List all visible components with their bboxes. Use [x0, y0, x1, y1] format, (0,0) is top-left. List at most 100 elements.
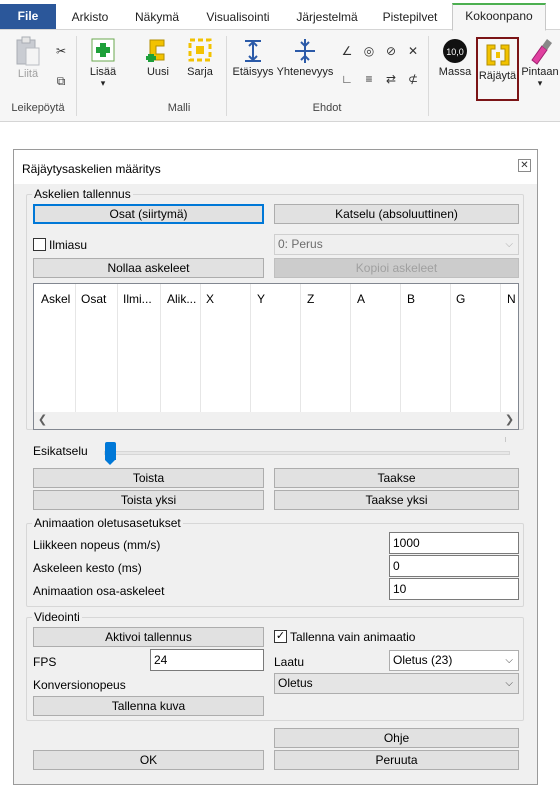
column-header[interactable]: Ilmi...: [123, 292, 152, 306]
ribbon-tab-bar: File Arkisto Näkymä Visualisointi Järjes…: [0, 0, 560, 31]
new-assembly-icon: [146, 39, 165, 62]
paint-button[interactable]: Pintaan ▾: [520, 36, 560, 88]
column-header[interactable]: Osat: [81, 292, 106, 306]
tangent-icon[interactable]: ⊘: [384, 44, 398, 58]
parallel-icon[interactable]: ≡: [362, 72, 376, 86]
tab-jarjestelma[interactable]: Järjestelmä: [286, 6, 368, 30]
close-icon[interactable]: ✕: [518, 159, 531, 172]
add-button[interactable]: Lisää ▾: [84, 36, 122, 88]
paint-brush-icon: [531, 39, 552, 65]
conversion-label: Konversionopeus: [33, 678, 126, 692]
activate-recording-button[interactable]: Aktivoi tallennus: [33, 627, 264, 647]
tab-arkisto[interactable]: Arkisto: [60, 6, 120, 30]
quality-label: Laatu: [274, 655, 305, 669]
column-divider: [350, 284, 351, 414]
preview-slider-track[interactable]: [104, 451, 510, 455]
animation-only-checkbox[interactable]: ✓: [274, 630, 287, 643]
tab-kokoonpano[interactable]: Kokoonpano: [452, 3, 546, 31]
flip-icon[interactable]: ⇄: [384, 72, 398, 86]
substeps-label: Animaation osa-askeleet: [33, 584, 165, 598]
video-legend: Videointi: [32, 610, 82, 624]
distance-label: Etäisyys: [232, 66, 274, 78]
perpendicular-icon[interactable]: ∟: [340, 72, 354, 86]
explode-label: Räjäytä: [478, 70, 517, 82]
tab-nakyma[interactable]: Näkymä: [124, 6, 190, 30]
parts-displacement-button[interactable]: Osat (siirtymä): [33, 204, 264, 224]
reset-steps-button[interactable]: Nollaa askeleet: [33, 258, 264, 278]
speed-input[interactable]: 1000: [389, 532, 519, 554]
column-header[interactable]: Askel: [41, 292, 70, 306]
speed-label: Liikkeen nopeus (mm/s): [33, 538, 161, 552]
slider-tick: [505, 437, 506, 442]
tab-visualisointi[interactable]: Visualisointi: [194, 6, 282, 30]
column-header[interactable]: N: [507, 292, 516, 306]
visible-label: Ilmiasu: [49, 238, 88, 252]
group-separator: [428, 36, 429, 116]
series-button[interactable]: Sarja: [182, 36, 218, 78]
view-absolute-button[interactable]: Katselu (absoluuttinen): [274, 204, 519, 224]
scroll-right-icon[interactable]: ❯: [501, 412, 518, 429]
column-divider: [200, 284, 201, 414]
cut-icon[interactable]: ✂: [54, 44, 68, 58]
dropdown-arrow-icon: ▾: [537, 78, 543, 88]
base-step-select[interactable]: 0: Perus ⌵: [274, 234, 519, 255]
column-header[interactable]: Y: [257, 292, 265, 306]
constraints-group-label: Ehdot: [312, 102, 342, 114]
preview-slider-thumb[interactable]: [105, 442, 116, 465]
mass-label: Massa: [438, 66, 472, 78]
save-image-button[interactable]: Tallenna kuva: [33, 696, 264, 716]
dropdown-arrow-icon: ▾: [100, 78, 106, 88]
help-button[interactable]: Ohje: [274, 728, 519, 748]
column-header[interactable]: Alik...: [167, 292, 196, 306]
column-divider: [250, 284, 251, 414]
concentric-icon[interactable]: ◎: [362, 44, 376, 58]
distance-button[interactable]: Etäisyys: [232, 36, 274, 78]
explode-icon: [486, 44, 509, 66]
add-plus-icon: [91, 38, 115, 62]
animation-defaults-legend: Animaation oletusasetukset: [32, 516, 183, 530]
visible-checkbox[interactable]: [33, 238, 46, 251]
copy-steps-button[interactable]: Kopioi askeleet: [274, 258, 519, 278]
column-header[interactable]: G: [456, 292, 465, 306]
angle-icon[interactable]: ∠: [340, 44, 354, 58]
explode-button[interactable]: Räjäytä: [476, 37, 519, 101]
new-label: Uusi: [146, 66, 169, 78]
cancel-button[interactable]: Peruuta: [274, 750, 519, 770]
horizontal-scrollbar[interactable]: ❮ ❯: [34, 412, 518, 429]
column-header[interactable]: Z: [307, 292, 314, 306]
copy-icon[interactable]: ⧉: [54, 74, 68, 88]
add-label: Lisää: [89, 66, 117, 78]
mass-button[interactable]: 10,0 Massa: [436, 36, 474, 78]
tab-file[interactable]: File: [0, 4, 56, 29]
preview-label: Esikatselu: [33, 444, 88, 458]
coincidence-icon: [295, 39, 315, 63]
column-header[interactable]: B: [407, 292, 415, 306]
steps-table[interactable]: Askel Osat Ilmi... Alik... X Y Z A B G N…: [33, 283, 519, 430]
column-divider: [450, 284, 451, 414]
column-header[interactable]: A: [357, 292, 365, 306]
quality-select[interactable]: Oletus (23) ⌵: [389, 650, 519, 671]
scroll-left-icon[interactable]: ❮: [34, 412, 51, 429]
duration-input[interactable]: 0: [389, 555, 519, 577]
new-button[interactable]: Uusi: [140, 36, 176, 78]
fps-input[interactable]: 24: [150, 649, 264, 671]
play-one-button[interactable]: Toista yksi: [33, 490, 264, 510]
conversion-select[interactable]: Oletus ⌵: [274, 673, 519, 694]
conversion-select-value: Oletus: [278, 676, 313, 690]
svg-text:10,0: 10,0: [446, 47, 464, 57]
tab-pistepilvet[interactable]: Pistepilvet: [372, 6, 448, 30]
symmetry-icon[interactable]: ✕: [406, 44, 420, 58]
paste-button[interactable]: Liitä: [10, 36, 46, 80]
coincidence-button[interactable]: Yhtenevyys: [276, 36, 334, 78]
back-button[interactable]: Taakse: [274, 468, 519, 488]
dialog-title: Räjäytysaskelien määritys: [22, 162, 161, 176]
group-separator: [76, 36, 77, 116]
substeps-input[interactable]: 10: [389, 578, 519, 600]
back-one-button[interactable]: Taakse yksi: [274, 490, 519, 510]
column-header[interactable]: X: [206, 292, 214, 306]
play-button[interactable]: Toista: [33, 468, 264, 488]
clipboard-icon: [16, 36, 40, 66]
ok-button[interactable]: OK: [33, 750, 264, 770]
lock-icon[interactable]: ⊄: [406, 72, 420, 86]
series-icon: [188, 38, 212, 62]
